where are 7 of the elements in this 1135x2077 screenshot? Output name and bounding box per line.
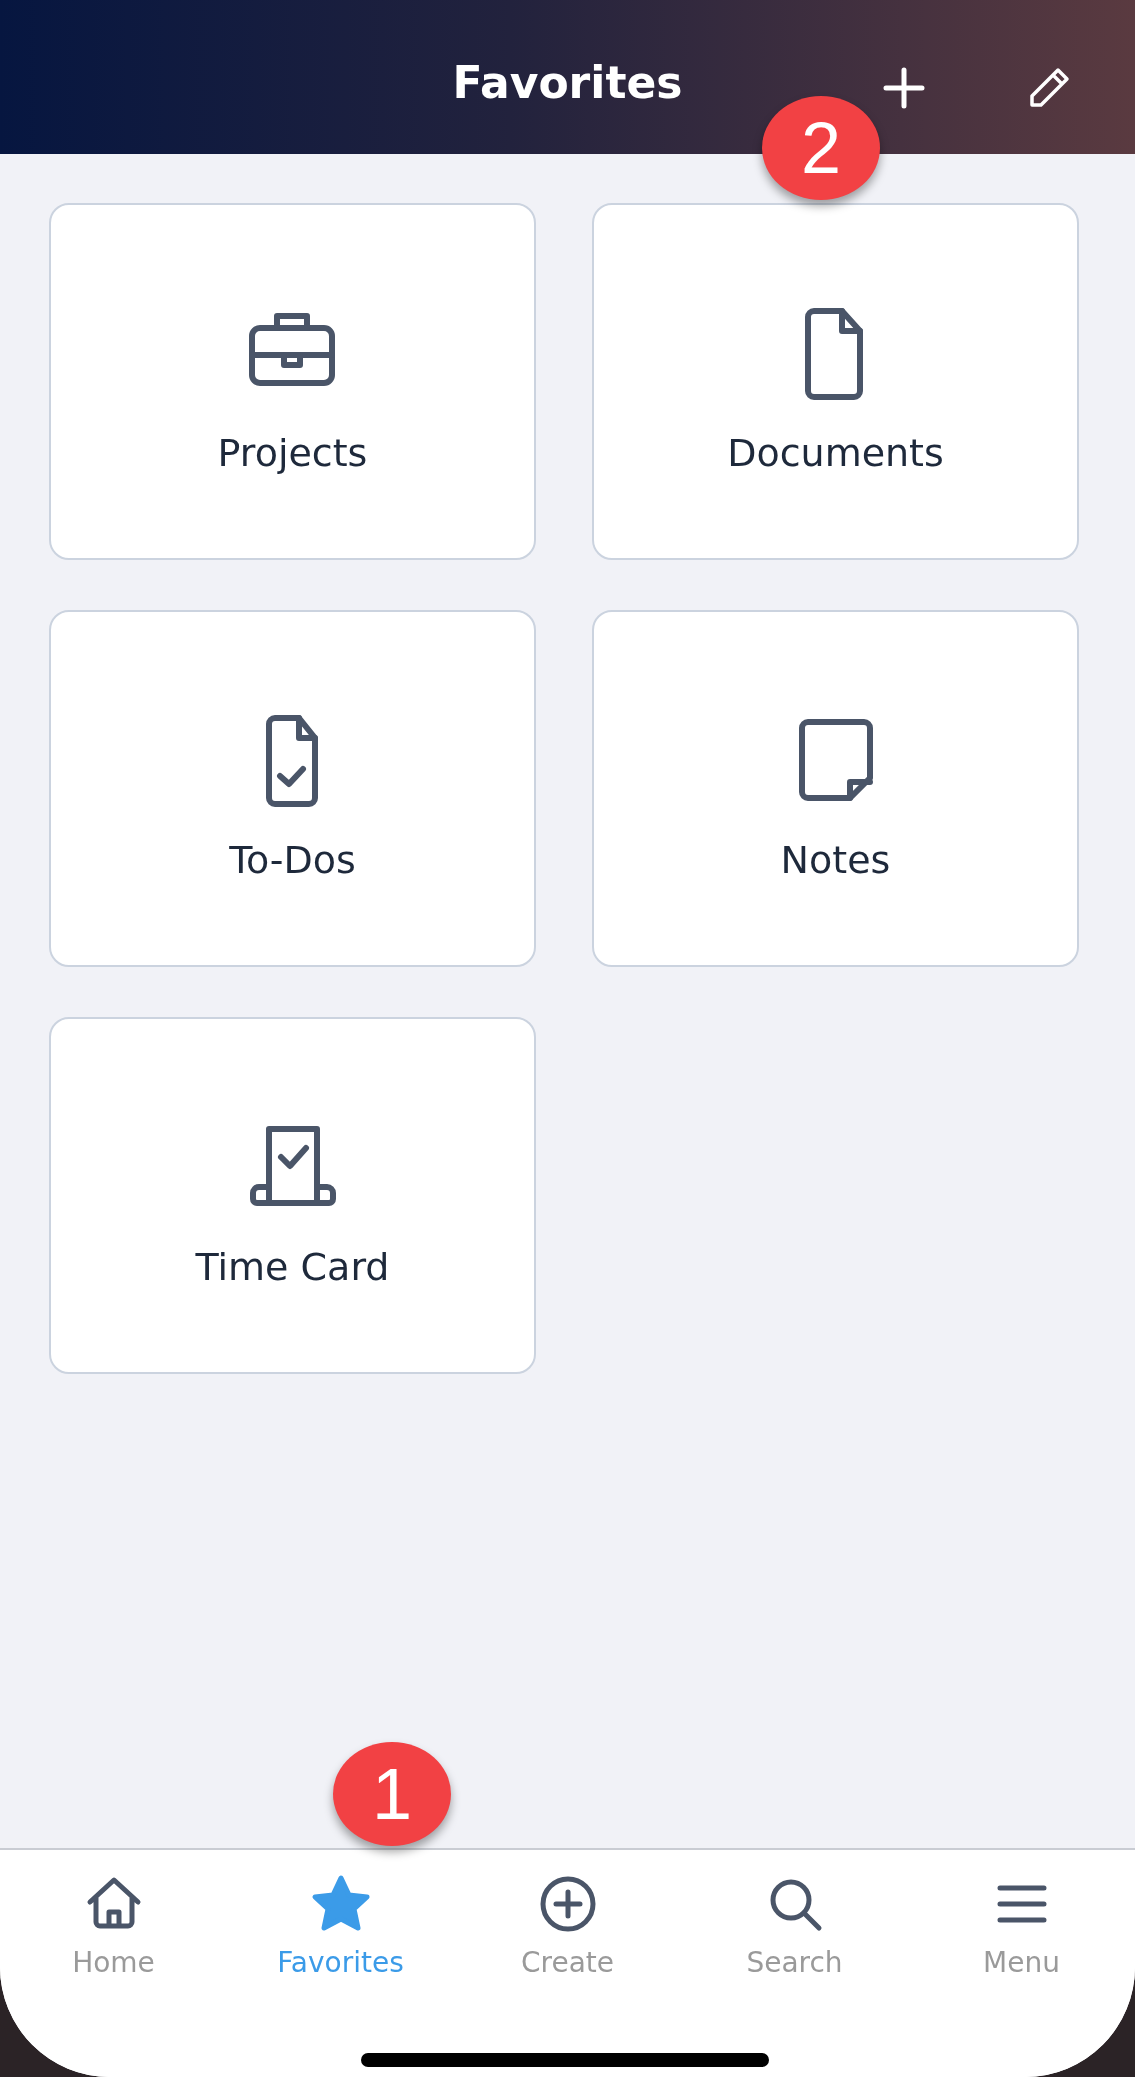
favorite-tile[interactable]: To-Dos: [49, 610, 536, 967]
favorite-tile[interactable]: Time Card: [49, 1017, 536, 1374]
callout-badge: 2: [762, 96, 880, 200]
favorite-tile[interactable]: Projects: [49, 203, 536, 560]
page-title: Favorites: [452, 55, 683, 108]
favorite-tile[interactable]: Notes: [592, 610, 1079, 967]
favorite-tile[interactable]: Documents: [592, 203, 1079, 560]
